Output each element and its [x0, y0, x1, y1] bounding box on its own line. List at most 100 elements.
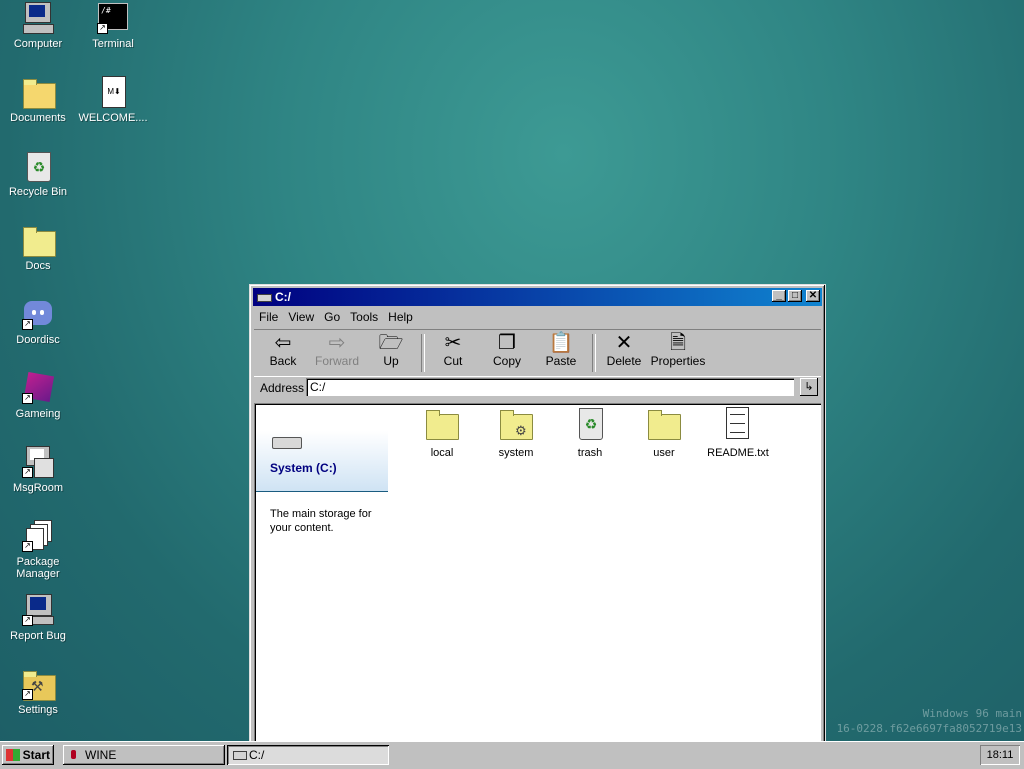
text-file-icon [721, 407, 755, 441]
paste-label: Paste [545, 354, 577, 368]
desktop-icon-label: Package Manager [16, 556, 60, 580]
drive-description: The main storage for your content. [270, 508, 372, 534]
desktop-icon-terminal[interactable]: /# ↗ Terminal [75, 2, 151, 50]
file-item-readme[interactable]: README.txt [702, 407, 774, 459]
task-label: C:/ [249, 748, 265, 762]
delete-label: Delete [606, 354, 642, 368]
desktop-icon-label: Docs [25, 260, 51, 272]
trash-icon: ♻ [573, 407, 607, 441]
desktop-icon-label: Recycle Bin [8, 186, 68, 198]
menu-file[interactable]: File [254, 309, 283, 325]
file-item-trash[interactable]: ♻ trash [554, 407, 626, 459]
watermark-line: Windows 96 main [922, 707, 1022, 720]
desktop-icon-label: Report Bug [10, 630, 66, 642]
desktop-icon-report-bug[interactable]: ↗ Report Bug [0, 594, 76, 642]
file-view[interactable]: System (C:) The main storage for your co… [254, 403, 821, 741]
file-name: README.txt [707, 447, 769, 459]
delete-x-icon: ✕ [615, 332, 633, 354]
desktop-icon-label: Terminal [92, 38, 134, 50]
info-pane-header: System (C:) [256, 405, 388, 492]
markdown-file-icon: M⬇ [97, 76, 129, 108]
menu-bar: File View Go Tools Help [254, 309, 418, 327]
up-folder-icon: 🗁 [378, 332, 404, 354]
desktop-icon-docs[interactable]: Docs [0, 224, 76, 272]
file-item-local[interactable]: local [406, 407, 478, 459]
taskbar: Start WINE C:/ 18:11 [0, 741, 1024, 769]
menu-view[interactable]: View [283, 309, 319, 325]
report-bug-icon: ↗ [22, 594, 54, 626]
maximize-button[interactable]: □ [788, 290, 802, 302]
desktop-icon-label: MsgRoom [12, 482, 64, 494]
file-item-system[interactable]: ⚙ system [480, 407, 552, 459]
system-tray-clock[interactable]: 18:11 [980, 745, 1020, 765]
file-name: user [653, 447, 675, 459]
desktop-icon-package-manager[interactable]: ↗ Package Manager [0, 520, 76, 580]
delete-button[interactable]: ✕ Delete [597, 332, 651, 368]
copy-button[interactable]: ❐ Copy [480, 332, 534, 368]
desktop-icon-label: Settings [18, 704, 58, 716]
desktop-icon-computer[interactable]: Computer [0, 2, 76, 50]
watermark-line: 16-0228.f62e6697fa8052719e13 [836, 722, 1022, 735]
desktop-icon-label: Doordisc [16, 334, 60, 346]
cut-button[interactable]: ✂ Cut [426, 332, 480, 368]
taskbar-button-wine[interactable]: WINE [63, 745, 225, 765]
properties-button[interactable]: 🗎 Properties [648, 332, 708, 368]
toolbar-separator [421, 334, 425, 372]
taskbar-button-explorer[interactable]: C:/ [227, 745, 389, 765]
cut-label: Cut [443, 354, 463, 368]
folder-icon [22, 224, 56, 257]
address-input[interactable]: C:/ [306, 378, 794, 396]
desktop-icon-doordisc[interactable]: ↗ Doordisc [0, 298, 76, 346]
folder-icon [647, 407, 681, 441]
documents-folder-icon [22, 76, 56, 109]
address-bar: Address C:/ ↳ [254, 377, 821, 399]
terminal-icon: /# ↗ [97, 2, 129, 34]
desktop-icon-label: Documents [10, 112, 66, 124]
computer-icon [22, 2, 54, 34]
wine-icon [71, 750, 76, 759]
drive-icon [233, 751, 247, 760]
drive-icon [257, 294, 272, 302]
doordisc-icon: ↗ [22, 298, 54, 330]
desktop-icon-recycle-bin[interactable]: ♻ Recycle Bin [0, 150, 76, 198]
start-button[interactable]: Start [2, 745, 54, 765]
back-button[interactable]: ⇦ Back [256, 332, 310, 368]
folder-icon [425, 407, 459, 441]
desktop-icon-gameing[interactable]: ↗ Gameing [0, 371, 76, 420]
system-folder-icon: ⚙ [499, 407, 533, 441]
build-watermark: Windows 96 main 16-0228.f62e6697fa805271… [837, 706, 1022, 736]
minimize-button[interactable]: _ [772, 290, 786, 302]
menu-help[interactable]: Help [383, 309, 418, 325]
up-button[interactable]: 🗁 Up [364, 332, 418, 368]
copy-label: Copy [492, 354, 521, 368]
properties-label: Properties [650, 354, 706, 368]
desktop-icon-welcome[interactable]: M⬇ WELCOME.... [75, 76, 151, 124]
menu-tools[interactable]: Tools [345, 309, 383, 325]
file-item-user[interactable]: user [628, 407, 700, 459]
desktop-icon-label: Gameing [15, 408, 61, 420]
desktop-icon-settings[interactable]: ⚒ ↗ Settings [0, 668, 76, 716]
close-button[interactable]: ✕ [806, 290, 820, 302]
window-titlebar[interactable]: C:/ _ □ ✕ [253, 288, 822, 306]
file-name: local [430, 447, 454, 459]
paste-button[interactable]: 📋 Paste [534, 332, 588, 368]
scissors-icon: ✂ [444, 332, 462, 354]
file-name: system [498, 447, 534, 459]
settings-icon: ⚒ ↗ [22, 668, 56, 701]
up-label: Up [383, 354, 399, 368]
forward-button[interactable]: ⇨ Forward [310, 332, 364, 368]
window-title: C:/ [275, 290, 291, 304]
menu-go[interactable]: Go [319, 309, 345, 325]
windows-logo-icon [6, 749, 20, 761]
explorer-window[interactable]: C:/ _ □ ✕ File View Go Tools Help ⇦ Back ⇨ F… [249, 284, 826, 746]
desktop-icon-label: Computer [13, 38, 63, 50]
toolbar: ⇦ Back ⇨ Forward 🗁 Up ✂ Cut ❐ Copy 📋 Pas… [254, 329, 821, 377]
forward-label: Forward [314, 354, 359, 368]
go-arrow-icon[interactable]: ↳ [800, 378, 818, 396]
toolbar-separator [592, 334, 596, 372]
forward-arrow-icon: ⇨ [328, 332, 346, 354]
package-manager-icon: ↗ [22, 520, 54, 552]
desktop-icon-documents[interactable]: Documents [0, 76, 76, 124]
task-label: WINE [85, 748, 117, 762]
desktop-icon-msgroom[interactable]: ↗ MsgRoom [0, 446, 76, 494]
